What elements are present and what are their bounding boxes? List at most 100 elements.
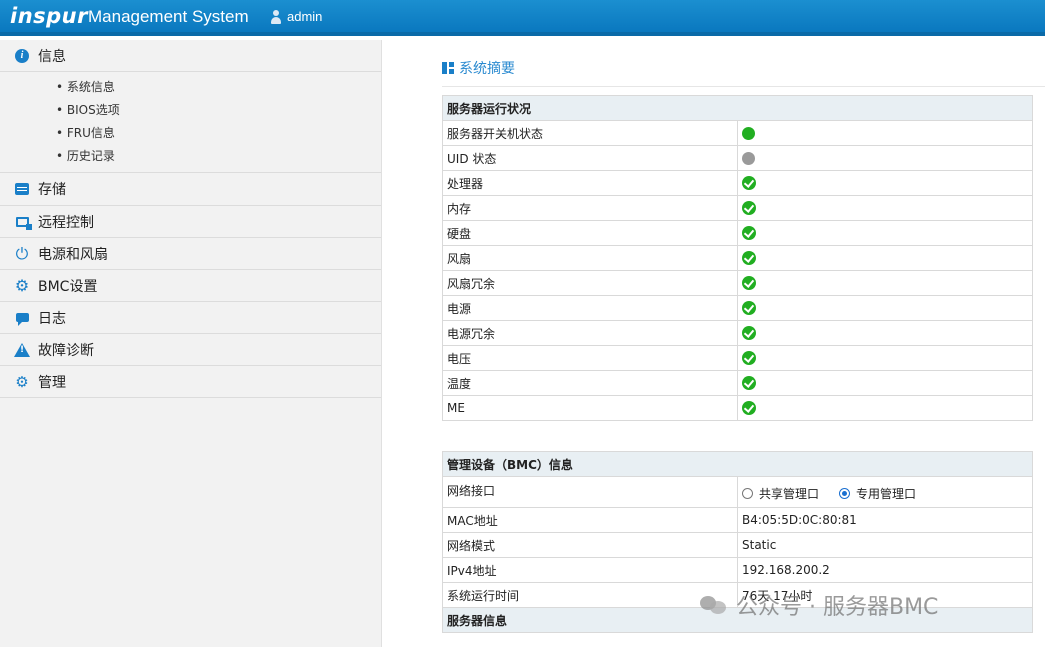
sidebar-item-bmc-settings[interactable]: ⚙ BMC设置 [0,270,381,302]
sidebar-item-label: BMC设置 [38,278,98,295]
app-title: Management System [88,7,249,26]
ok-check-icon [742,251,756,266]
table-row: 硬盘 [442,220,1033,246]
info-label: 网络模式 [442,532,738,558]
table-row: 网络模式 Static [442,532,1033,558]
sidebar-item-remote-control[interactable]: 远程控制 [0,206,381,238]
warning-icon [14,342,30,357]
sidebar-item-label: 管理 [38,374,66,391]
ok-check-icon [742,176,756,191]
power-on-indicator-icon [742,127,755,140]
table-row: 电源 [442,295,1033,321]
network-interface-radio-group: 共享管理口 专用管理口 [742,485,1028,502]
status-label: 风扇 [442,245,738,271]
ok-check-icon [742,276,756,291]
table-row: 内存 [442,195,1033,221]
ok-check-icon [742,301,756,316]
info-value: B4:05:5D:0C:80:81 [737,507,1033,533]
table-row: 温度 [442,370,1033,396]
ok-check-icon [742,401,756,416]
top-header-bar: inspur Management System admin [0,0,1045,36]
table-row: 风扇 [442,245,1033,271]
info-label: MAC地址 [442,507,738,533]
sidebar-item-management[interactable]: ⚙ 管理 [0,366,381,398]
gears-icon: ⚙ [15,372,29,391]
sidebar-subitem-system-info[interactable]: 系统信息 [56,76,381,99]
page-title-text: 系统摘要 [459,61,515,77]
radio-dedicated-label[interactable]: 专用管理口 [856,485,916,502]
chat-icon [15,313,29,326]
remote-control-icon [15,216,32,230]
info-value: 192.168.200.2 [737,557,1033,583]
status-label: 电源 [442,295,738,321]
watermark: 公众号 · 服务器BMC [700,589,938,621]
table-heading: 服务器运行状况 [442,95,1033,121]
status-label: 硬盘 [442,220,738,246]
status-label: 电压 [442,345,738,371]
username: admin [287,9,323,24]
info-icon: i [15,48,29,63]
watermark-text: 公众号 · 服务器BMC [736,595,939,620]
wechat-icon [700,594,728,616]
table-row: ME [442,395,1033,421]
table-row: 风扇冗余 [442,270,1033,296]
divider [442,86,1045,87]
radio-shared-label[interactable]: 共享管理口 [759,485,819,502]
network-interface-label: 网络接口 [442,476,738,508]
user-icon [270,9,282,24]
status-label: 风扇冗余 [442,270,738,296]
storage-icon [15,183,29,195]
sidebar-item-label: 日志 [38,310,66,327]
sidebar-subitem-history[interactable]: 历史记录 [56,145,381,168]
sidebar-item-power-fan[interactable]: ⏻ 电源和风扇 [0,238,381,270]
status-label: 温度 [442,370,738,396]
sidebar-item-storage[interactable]: 存储 [0,173,381,206]
ok-check-icon [742,326,756,341]
sidebar-item-logs[interactable]: 日志 [0,302,381,334]
sidebar-item-label: 存储 [38,182,66,198]
status-label: 服务器开关机状态 [442,120,738,146]
table-row: UID 状态 [442,145,1033,171]
table-row: 网络接口 共享管理口 专用管理口 [442,476,1033,508]
table-row: IPv4地址 192.168.200.2 [442,557,1033,583]
sidebar-submenu-info: 系统信息 BIOS选项 FRU信息 历史记录 [0,71,381,173]
info-label: 系统运行时间 [442,582,738,608]
user-menu[interactable]: admin [270,9,322,24]
power-icon: ⏻ [15,243,29,263]
sidebar-subitem-bios[interactable]: BIOS选项 [56,99,381,122]
table-row: 服务器开关机状态 [442,120,1033,146]
sidebar-item-info[interactable]: i 信息 [0,40,381,71]
info-value: Static [737,532,1033,558]
sidebar-subitem-fru[interactable]: FRU信息 [56,122,381,145]
inspur-logo: inspur [10,4,88,28]
uid-off-indicator-icon [742,152,755,165]
status-label: ME [442,395,738,421]
status-label: 内存 [442,195,738,221]
table-row: MAC地址 B4:05:5D:0C:80:81 [442,507,1033,533]
page-title: 系统摘要 [442,58,515,78]
ok-check-icon [742,376,756,391]
ok-check-icon [742,226,756,241]
sidebar-nav: i 信息 系统信息 BIOS选项 FRU信息 历史记录 存储 远程控制 ⏻ 电源… [0,40,382,647]
table-row: 电压 [442,345,1033,371]
server-status-table: 服务器运行状况 服务器开关机状态 UID 状态 处理器 内存 硬盘 风扇 风扇冗… [442,95,1033,421]
status-label: UID 状态 [442,145,738,171]
ok-check-icon [742,351,756,366]
ok-check-icon [742,201,756,216]
gear-icon: ⚙ [14,275,30,295]
radio-dedicated-port[interactable] [839,488,851,499]
sidebar-item-label: 故障诊断 [38,342,94,359]
status-label: 电源冗余 [442,320,738,346]
table-heading: 管理设备（BMC）信息 [442,451,1033,477]
sidebar-item-label: 电源和风扇 [38,246,108,263]
main-content: 系统摘要 服务器运行状况 服务器开关机状态 UID 状态 处理器 内存 硬盘 风… [382,40,1045,647]
info-label: IPv4地址 [442,557,738,583]
status-label: 处理器 [442,170,738,196]
sidebar-item-diagnostics[interactable]: 故障诊断 [0,334,381,366]
sidebar-item-label: 远程控制 [38,214,94,231]
sidebar-item-label: 信息 [38,48,66,65]
table-row: 处理器 [442,170,1033,196]
table-row: 电源冗余 [442,320,1033,346]
dashboard-icon [442,62,454,74]
radio-shared-port[interactable] [742,488,753,499]
